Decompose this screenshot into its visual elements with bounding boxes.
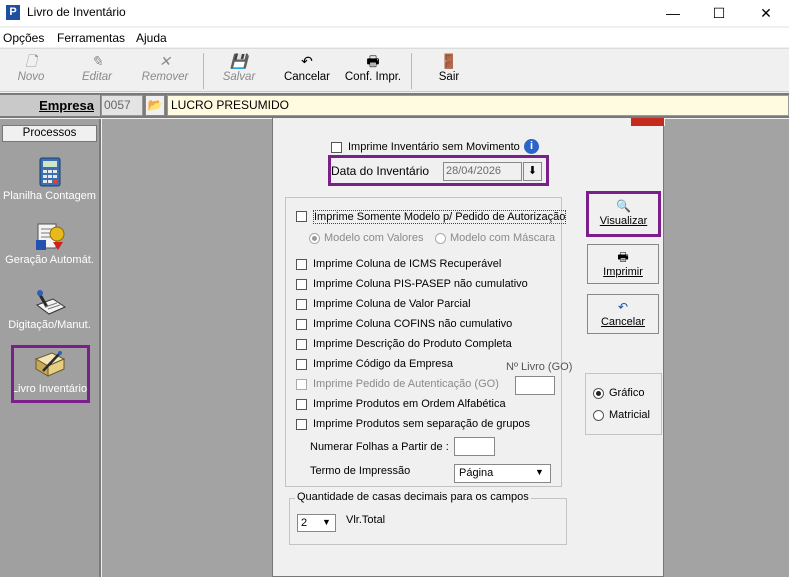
printer-settings-icon: 🖶 bbox=[366, 53, 380, 69]
livro-go-label: Nº Livro (GO) bbox=[506, 361, 573, 373]
window-title: Livro de Inventário bbox=[27, 5, 126, 19]
empresa-bar: Empresa 0057 📂 LUCRO PRESUMIDO bbox=[0, 93, 789, 118]
emissao-livro-dialog: Imprime Inventário sem Movimento i Data … bbox=[272, 117, 665, 577]
vlr-total-label: Vlr.Total bbox=[346, 514, 386, 526]
radio-dot[interactable] bbox=[593, 410, 604, 421]
sair-button[interactable]: 🚪 Sair bbox=[420, 51, 478, 91]
checkbox-box[interactable] bbox=[296, 379, 307, 390]
livro-inventario-highlight bbox=[11, 345, 90, 403]
casas-decimais-select[interactable]: 2 ▼ bbox=[297, 514, 336, 532]
cofins-checkbox[interactable]: Imprime Coluna COFINS não cumulativo bbox=[296, 318, 536, 332]
data-inventario-group: Data do Inventário 28/04/2026 ⬇ bbox=[328, 155, 549, 186]
title-bar: P Livro de Inventário — ☐ ✕ bbox=[0, 0, 789, 26]
checkbox-box[interactable] bbox=[296, 279, 307, 290]
ordem-alfabetica-checkbox[interactable]: Imprime Produtos em Ordem Alfabética bbox=[296, 398, 536, 412]
novo-button[interactable]: 🗋 Novo bbox=[2, 51, 60, 91]
empresa-label: Empresa bbox=[0, 95, 100, 116]
radio-dot[interactable] bbox=[593, 388, 604, 399]
chevron-down-icon: ▼ bbox=[322, 517, 331, 527]
menu-ajuda[interactable]: Ajuda bbox=[136, 31, 167, 45]
chevron-down-icon: ▼ bbox=[535, 467, 544, 477]
remover-button[interactable]: ✕ Remover bbox=[134, 51, 196, 91]
checkbox-box[interactable] bbox=[331, 142, 342, 153]
pedido-autenticacao-checkbox[interactable]: Imprime Pedido de Autenticação (GO) bbox=[296, 378, 499, 392]
magnifier-document-icon: 🔍 bbox=[616, 199, 631, 213]
descricao-completa-checkbox[interactable]: Imprime Descrição do Produto Completa bbox=[296, 338, 536, 352]
editar-button[interactable]: ✎ Editar bbox=[66, 51, 128, 91]
empresa-code-field[interactable]: 0057 bbox=[101, 95, 143, 116]
termo-impressao-label: Termo de Impressão bbox=[310, 465, 411, 477]
dialog-title-bar bbox=[273, 118, 665, 126]
edit-icon: ✎ bbox=[91, 53, 103, 69]
new-document-icon: 🗋 bbox=[25, 53, 37, 69]
dialog-close-button[interactable] bbox=[631, 118, 664, 126]
checkbox-box[interactable] bbox=[296, 399, 307, 410]
folder-open-icon[interactable]: 📂 bbox=[145, 95, 165, 116]
menu-opcoes[interactable]: Opções bbox=[3, 31, 44, 45]
checkbox-box[interactable] bbox=[296, 339, 307, 350]
codigo-empresa-checkbox[interactable]: Imprime Código da Empresa bbox=[296, 358, 476, 372]
termo-impressao-select[interactable]: Página ▼ bbox=[454, 464, 551, 483]
visualizar-button[interactable]: 🔍 Visualizar bbox=[589, 194, 658, 234]
menu-bar: Opções Ferramentas Ajuda bbox=[0, 28, 789, 47]
typing-icon bbox=[35, 290, 66, 315]
sidebar-item-geracao[interactable]: Geração Automát. bbox=[0, 220, 99, 266]
toolbar-separator bbox=[411, 53, 412, 89]
app-icon: P bbox=[6, 5, 20, 20]
modelo-pedido-checkbox[interactable]: Imprime Somente Modelo p/ Pedido de Auto… bbox=[296, 210, 567, 224]
exit-door-icon: 🚪 bbox=[440, 53, 458, 69]
undo-icon: ↶ bbox=[301, 53, 313, 69]
sidebar-item-planilha[interactable]: Planilha Contagem bbox=[0, 156, 99, 202]
imprimir-button[interactable]: 🖶 Imprimir bbox=[587, 244, 659, 284]
casas-decimais-label: Quantidade de casas decimais para os cam… bbox=[295, 491, 531, 503]
close-window-button[interactable]: ✕ bbox=[743, 0, 789, 26]
cancelar-dialog-button[interactable]: ↶ Cancelar bbox=[587, 294, 659, 334]
menu-ferramentas[interactable]: Ferramentas bbox=[57, 31, 125, 45]
checkbox-box[interactable] bbox=[296, 299, 307, 310]
toolbar: 🗋 Novo ✎ Editar ✕ Remover 💾 Salvar ↶ Can… bbox=[0, 48, 789, 92]
cancelar-toolbar-button[interactable]: ↶ Cancelar bbox=[276, 51, 338, 91]
pis-pasep-checkbox[interactable]: Imprime Coluna PIS-PASEP não cumulativo bbox=[296, 278, 536, 292]
toolbar-separator bbox=[203, 53, 204, 89]
sem-separacao-grupos-checkbox[interactable]: Imprime Produtos sem separação de grupos bbox=[296, 418, 551, 432]
minimize-button[interactable]: — bbox=[650, 0, 696, 26]
printer-icon: 🖶 bbox=[617, 250, 629, 264]
salvar-button[interactable]: 💾 Salvar bbox=[208, 51, 270, 91]
icms-recuperavel-checkbox[interactable]: Imprime Coluna de ICMS Recuperável bbox=[296, 258, 536, 272]
radio-dot[interactable] bbox=[309, 233, 320, 244]
calculator-icon bbox=[39, 157, 60, 187]
remove-icon: ✕ bbox=[159, 53, 171, 69]
valor-parcial-checkbox[interactable]: Imprime Coluna de Valor Parcial bbox=[296, 298, 536, 312]
download-arrow-icon[interactable]: ⬇ bbox=[523, 162, 542, 181]
data-inventario-label: Data do Inventário bbox=[331, 164, 430, 178]
empresa-name-field: LUCRO PRESUMIDO bbox=[167, 95, 789, 116]
data-inventario-field[interactable]: 28/04/2026 bbox=[443, 162, 522, 181]
checkbox-box[interactable] bbox=[296, 259, 307, 270]
processos-header[interactable]: Processos bbox=[2, 125, 97, 142]
numerar-folhas-field[interactable] bbox=[454, 437, 495, 456]
print-mode-group bbox=[585, 373, 662, 435]
save-icon: 💾 bbox=[230, 53, 248, 69]
sem-movimento-checkbox[interactable]: Imprime Inventário sem Movimento bbox=[331, 141, 551, 155]
maximize-button[interactable]: ☐ bbox=[696, 0, 742, 26]
numerar-folhas-label: Numerar Folhas a Partir de : bbox=[310, 441, 449, 453]
undo-icon: ↶ bbox=[617, 300, 629, 314]
info-icon[interactable]: i bbox=[524, 139, 539, 154]
checkbox-box[interactable] bbox=[296, 319, 307, 330]
radio-dot[interactable] bbox=[435, 233, 446, 244]
checkbox-box[interactable] bbox=[296, 359, 307, 370]
checkbox-box[interactable] bbox=[296, 211, 307, 222]
checkbox-box[interactable] bbox=[296, 419, 307, 430]
sidebar-item-digitacao[interactable]: Digitação/Manut. bbox=[0, 285, 99, 331]
livro-go-field[interactable] bbox=[515, 376, 555, 395]
conf-impr-button[interactable]: 🖶 Conf. Impr. bbox=[340, 51, 406, 91]
automation-icon bbox=[35, 223, 64, 250]
